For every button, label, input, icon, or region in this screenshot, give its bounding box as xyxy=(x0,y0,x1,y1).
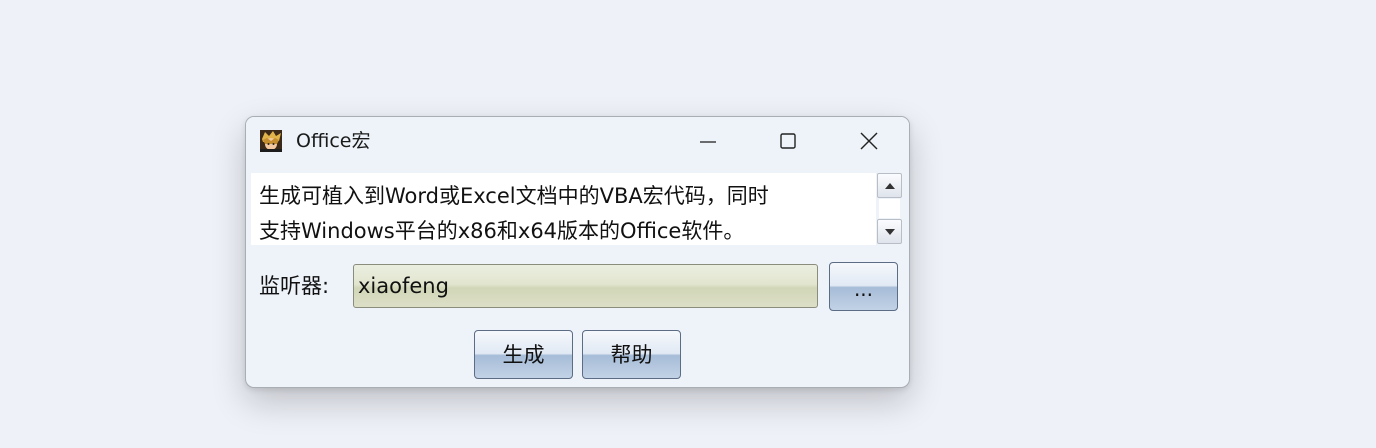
minimize-icon xyxy=(700,141,716,143)
description-text: 生成可植入到Word或Excel文档中的VBA宏代码，同时 支持Windows平… xyxy=(259,179,859,249)
triangle-up-icon xyxy=(885,183,895,189)
scroll-track[interactable] xyxy=(879,199,900,218)
anime-avatar-icon xyxy=(260,130,282,152)
scroll-up-button[interactable] xyxy=(877,173,902,198)
office-macro-dialog: Office宏 生成可植入到Word或Excel文档中的VBA宏代码，同时 支持… xyxy=(245,116,910,388)
scroll-down-button[interactable] xyxy=(877,219,902,244)
window-title: Office宏 xyxy=(296,130,371,152)
listener-input[interactable] xyxy=(353,264,818,308)
close-button[interactable] xyxy=(846,122,892,160)
description-scrollbar[interactable] xyxy=(877,173,904,245)
description-line-1: 生成可植入到Word或Excel文档中的VBA宏代码，同时 xyxy=(259,184,769,208)
description-textarea[interactable]: 生成可植入到Word或Excel文档中的VBA宏代码，同时 支持Windows平… xyxy=(251,173,876,245)
close-icon xyxy=(860,132,878,150)
minimize-button[interactable] xyxy=(685,122,731,160)
title-bar[interactable]: Office宏 xyxy=(246,117,909,167)
generate-button[interactable]: 生成 xyxy=(474,330,573,379)
maximize-button[interactable] xyxy=(765,122,811,160)
listener-label: 监听器: xyxy=(259,274,330,298)
help-button[interactable]: 帮助 xyxy=(582,330,681,379)
browse-listener-button[interactable]: ... xyxy=(829,262,898,311)
maximize-icon xyxy=(780,133,796,149)
triangle-down-icon xyxy=(885,229,895,235)
description-line-2: 支持Windows平台的x86和x64版本的Office软件。 xyxy=(259,219,745,243)
